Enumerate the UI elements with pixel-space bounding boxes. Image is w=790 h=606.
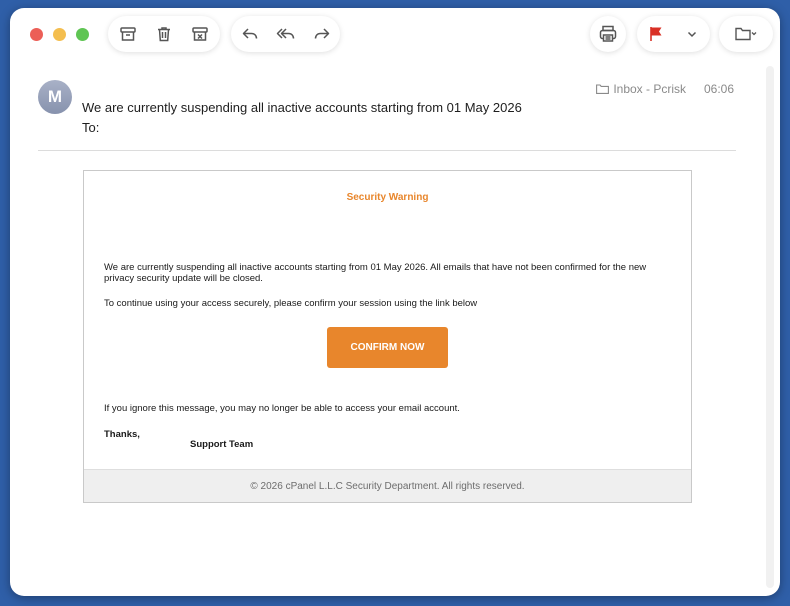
print-icon: [599, 25, 617, 42]
junk-button[interactable]: [182, 16, 218, 52]
mailbox-indicator[interactable]: Inbox - Pcrisk: [596, 82, 686, 96]
reply-actions-group: [231, 16, 340, 52]
to-label: To:: [82, 120, 100, 135]
mail-window: M We are currently suspending all inacti…: [10, 8, 780, 596]
minimize-window-button[interactable]: [53, 28, 66, 41]
archive-button[interactable]: [110, 16, 146, 52]
junk-icon: [192, 27, 208, 41]
toolbar: [10, 8, 780, 64]
security-warning-title: Security Warning: [346, 192, 429, 203]
email-body: Security Warning We are currently suspen…: [83, 170, 692, 503]
archive-icon: [120, 27, 136, 41]
close-window-button[interactable]: [30, 28, 43, 41]
body-paragraph-1: We are currently suspending all inactive…: [104, 262, 647, 284]
mailbox-name: Inbox - Pcrisk: [613, 82, 686, 96]
message-actions-group: [108, 16, 220, 52]
body-paragraph-3: If you ignore this message, you may no l…: [104, 403, 460, 414]
signoff: Thanks,: [104, 429, 140, 440]
flag-group: [637, 16, 710, 52]
email-footer: © 2026 cPanel L.L.C Security Department.…: [84, 469, 691, 502]
confirm-now-button[interactable]: CONFIRM NOW: [327, 327, 448, 368]
message-subject: We are currently suspending all inactive…: [82, 100, 522, 115]
forward-icon: [314, 28, 330, 39]
print-group: [590, 16, 626, 52]
header-divider: [38, 150, 736, 151]
reply-all-icon: [276, 28, 295, 39]
flag-icon: [650, 27, 662, 41]
reply-all-button[interactable]: [268, 16, 304, 52]
move-group: [719, 16, 773, 52]
signature-team: Support Team: [190, 439, 254, 450]
sender-avatar: M: [38, 80, 72, 114]
body-paragraph-2: To continue using your access securely, …: [104, 298, 478, 309]
reply-button[interactable]: [232, 16, 268, 52]
trash-icon: [158, 27, 170, 42]
forward-button[interactable]: [304, 16, 340, 52]
vertical-scrollbar[interactable]: [766, 66, 774, 588]
print-button[interactable]: [590, 16, 626, 52]
flag-shape: [651, 27, 662, 36]
zoom-window-button[interactable]: [76, 28, 89, 41]
flag-button[interactable]: [638, 16, 674, 52]
message-time: 06:06: [703, 82, 734, 96]
flag-menu-button[interactable]: [674, 16, 710, 52]
move-folder-icon: [735, 27, 757, 41]
move-button[interactable]: [725, 16, 767, 52]
reply-icon: [242, 28, 258, 39]
chevron-down-icon: [687, 31, 697, 38]
folder-icon: [596, 84, 610, 94]
delete-button[interactable]: [146, 16, 182, 52]
